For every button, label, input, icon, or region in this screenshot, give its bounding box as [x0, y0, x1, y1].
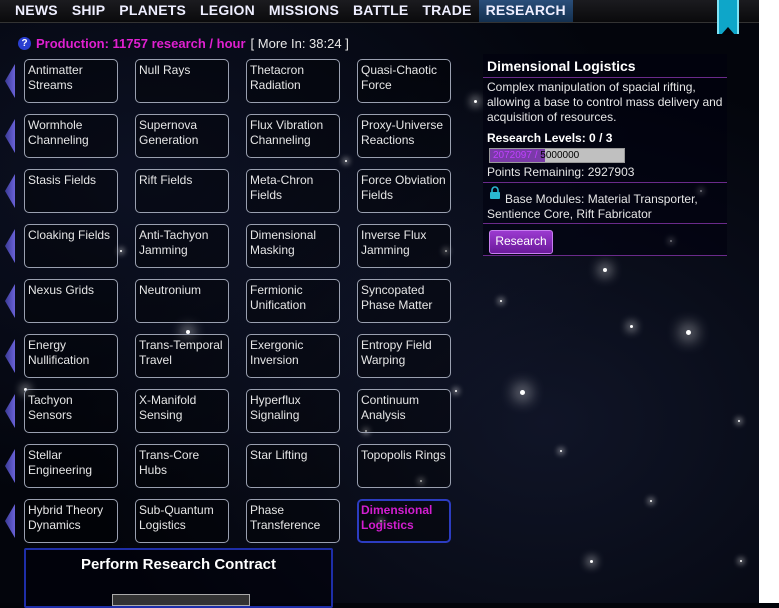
- detail-description: Complex manipulation of spacial rifting,…: [487, 80, 723, 124]
- star: [650, 500, 652, 502]
- research-item[interactable]: Stellar Engineering: [24, 444, 118, 488]
- research-item[interactable]: Fermionic Unification: [246, 279, 340, 323]
- research-item[interactable]: Continuum Analysis: [357, 389, 451, 433]
- star: [738, 420, 740, 422]
- research-item[interactable]: Supernova Generation: [135, 114, 229, 158]
- research-item[interactable]: Entropy Field Warping: [357, 334, 451, 378]
- star: [120, 250, 122, 252]
- research-item[interactable]: Meta-Chron Fields: [246, 169, 340, 213]
- nav-trade[interactable]: TRADE: [415, 0, 478, 22]
- research-item[interactable]: Trans-Temporal Travel: [135, 334, 229, 378]
- research-item[interactable]: Hybrid Theory Dynamics: [24, 499, 118, 543]
- research-button[interactable]: Research: [489, 230, 553, 254]
- star: [740, 560, 742, 562]
- star: [686, 330, 691, 335]
- research-item[interactable]: Dimensional Logistics: [357, 499, 451, 543]
- research-item[interactable]: Phase Transference: [246, 499, 340, 543]
- research-item[interactable]: Thetacron Radiation: [246, 59, 340, 103]
- research-item[interactable]: Hyperflux Signaling: [246, 389, 340, 433]
- nav-news[interactable]: NEWS: [8, 0, 65, 22]
- star: [603, 268, 607, 272]
- star: [560, 450, 562, 452]
- contract-title: Perform Research Contract: [80, 556, 277, 573]
- star: [630, 325, 633, 328]
- progress-total: 5000000: [540, 150, 580, 161]
- progress-text: 2072097 / 5000000: [493, 149, 579, 162]
- research-item[interactable]: Null Rays: [135, 59, 229, 103]
- research-item[interactable]: Star Lifting: [246, 444, 340, 488]
- contract-bar: [112, 594, 250, 606]
- nav-planets[interactable]: PLANETS: [112, 0, 193, 22]
- research-item[interactable]: Rift Fields: [135, 169, 229, 213]
- research-item[interactable]: Tachyon Sensors: [24, 389, 118, 433]
- research-progress-bar: 2072097 / 5000000: [489, 148, 625, 163]
- research-levels: Research Levels: 0 / 3: [487, 131, 613, 145]
- divider: [483, 182, 727, 183]
- star: [590, 560, 593, 563]
- base-modules: Base Modules: Material Transporter, Sent…: [487, 192, 698, 221]
- nav-battle[interactable]: BATTLE: [346, 0, 415, 22]
- page-scrollbar[interactable]: [759, 0, 779, 603]
- nav-research[interactable]: RESEARCH: [478, 0, 573, 22]
- research-item[interactable]: Energy Nullification: [24, 334, 118, 378]
- bookmark-icon[interactable]: [717, 0, 739, 35]
- research-item[interactable]: Nexus Grids: [24, 279, 118, 323]
- research-item[interactable]: Syncopated Phase Matter: [357, 279, 451, 323]
- star: [455, 390, 457, 392]
- production-line: ? Production: 11757 research / hour [ Mo…: [18, 36, 349, 51]
- divider: [483, 223, 727, 224]
- star: [500, 300, 502, 302]
- research-item[interactable]: Quasi-Chaotic Force: [357, 59, 451, 103]
- production-text: Production: 11757 research / hour: [36, 36, 246, 51]
- research-item[interactable]: Inverse Flux Jamming: [357, 224, 451, 268]
- star: [345, 160, 347, 162]
- detail-title: Dimensional Logistics: [487, 58, 636, 74]
- research-item[interactable]: Sub-Quantum Logistics: [135, 499, 229, 543]
- research-item[interactable]: Exergonic Inversion: [246, 334, 340, 378]
- research-item[interactable]: Trans-Core Hubs: [135, 444, 229, 488]
- star: [520, 390, 525, 395]
- nav-missions[interactable]: MISSIONS: [262, 0, 346, 22]
- research-item[interactable]: Cloaking Fields: [24, 224, 118, 268]
- divider: [483, 255, 727, 256]
- points-remaining: Points Remaining: 2927903: [487, 165, 635, 179]
- research-item[interactable]: Topopolis Rings: [357, 444, 451, 488]
- research-item[interactable]: Antimatter Streams: [24, 59, 118, 103]
- research-item[interactable]: Wormhole Channeling: [24, 114, 118, 158]
- divider: [483, 77, 727, 78]
- research-item[interactable]: Flux Vibration Channeling: [246, 114, 340, 158]
- research-item[interactable]: Dimensional Masking: [246, 224, 340, 268]
- top-nav: NEWS SHIP PLANETS LEGION MISSIONS BATTLE TRADE…: [0, 0, 767, 23]
- progress-current: 2072097: [493, 150, 532, 161]
- research-detail-panel: Dimensional Logistics Complex manipulati…: [483, 54, 727, 256]
- research-item[interactable]: X-Manifold Sensing: [135, 389, 229, 433]
- research-item[interactable]: Anti-Tachyon Jamming: [135, 224, 229, 268]
- research-contract-panel: Perform Research Contract: [24, 548, 333, 608]
- research-item[interactable]: Stasis Fields: [24, 169, 118, 213]
- nav-ship[interactable]: SHIP: [65, 0, 112, 22]
- research-item[interactable]: Neutronium: [135, 279, 229, 323]
- nav-legion[interactable]: LEGION: [193, 0, 262, 22]
- production-timer: [ More In: 38:24 ]: [250, 36, 349, 51]
- research-item[interactable]: Proxy-Universe Reactions: [357, 114, 451, 158]
- star: [474, 100, 477, 103]
- help-icon[interactable]: ?: [18, 37, 31, 50]
- research-item[interactable]: Force Obviation Fields: [357, 169, 451, 213]
